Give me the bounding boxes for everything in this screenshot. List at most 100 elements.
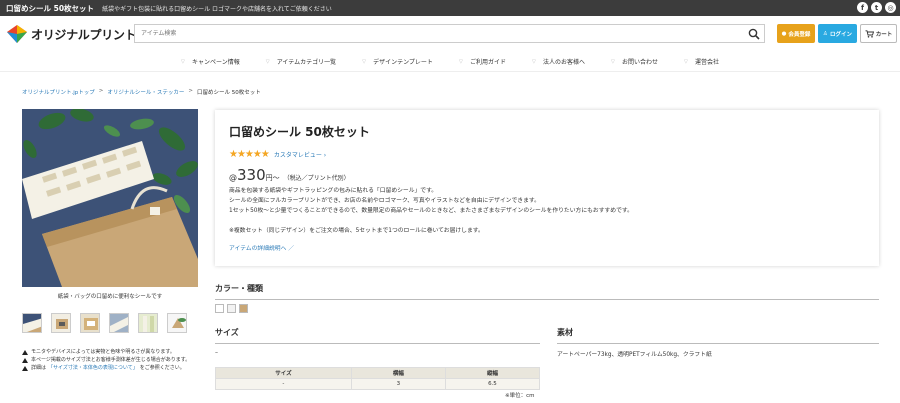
social-links: f t ◎: [857, 2, 896, 13]
description-line: 商品を包装する紙袋やギフトラッピングの包みに貼れる「口留めシール」です。: [229, 188, 438, 194]
breadcrumb-home[interactable]: オリジナルプリント.jpトップ: [22, 88, 95, 96]
login-button[interactable]: ♙ ログイン: [818, 24, 857, 43]
color-swatches: [215, 304, 248, 313]
price: @ 330 円〜 （税込／プリント代別）: [229, 166, 350, 184]
size-section: サイズ: [215, 327, 540, 344]
size-table: サイズ 横幅 縦幅 - 3 6.5: [215, 367, 541, 390]
top-bar-title: 口留めシール 50枚セット: [6, 3, 95, 13]
thumbnail-strip: [22, 313, 187, 333]
star-rating-icon: ★★★★★: [229, 149, 270, 160]
detail-link-label: アイテムの詳細説明へ: [229, 246, 287, 252]
description-line: シールの全面にフルカラープリントができ、お店の名前やロゴマーク、写真やイラストな…: [229, 198, 540, 204]
price-at: @: [229, 173, 237, 182]
column-header: サイズ: [215, 367, 352, 379]
product-title: 口留めシール 50枚セット: [229, 125, 370, 139]
nav-item-company[interactable]: ▽ 運営会社: [671, 52, 732, 71]
description-line: 1セット50枚〜と少量でつくることができるので、数量限定の商品やセールのときなど…: [229, 208, 633, 214]
login-label: ログイン: [829, 31, 852, 38]
swatch-kraft[interactable]: [239, 304, 248, 313]
size-placeholder: –: [215, 349, 218, 356]
nav-label: キャンペーン情報: [192, 59, 240, 66]
divider: [215, 299, 879, 300]
product-info-card: 口留めシール 50枚セット ★★★★★ カスタマレビュー › @ 330 円〜 …: [215, 110, 879, 266]
price-value: 330: [237, 166, 266, 184]
product-description: 商品を包装する紙袋やギフトラッピングの包みに貼れる「口留めシール」です。 シール…: [229, 186, 633, 236]
twitter-icon[interactable]: t: [871, 2, 882, 13]
nav-label: デザインテンプレート: [373, 59, 433, 66]
warning-icon: [22, 349, 28, 355]
unit-note: ※単位：cm: [505, 393, 535, 399]
chevron-right-icon: ›: [323, 152, 327, 159]
nav-label: 運営会社: [694, 59, 719, 66]
divider: [215, 343, 540, 344]
chevron-right-icon: ／: [288, 246, 295, 252]
thumbnail-1[interactable]: [22, 313, 42, 333]
note-text: 詳細は: [31, 365, 47, 371]
table-header-row: サイズ 横幅 縦幅: [215, 367, 541, 379]
top-bar-tagline: 紙袋やギフト包装に貼れる口留めシール ロゴマークや店舗名を入れてご依頼ください: [102, 5, 332, 13]
price-note: （税込／プリント代別）: [283, 175, 350, 182]
nav-item-templates[interactable]: ▽ デザインテンプレート: [349, 52, 446, 71]
thumbnail-4[interactable]: [109, 313, 129, 333]
nav-item-guide[interactable]: ▽ ご利用ガイド: [446, 52, 519, 71]
nav-label: お問い合わせ: [621, 59, 658, 66]
thumbnail-3[interactable]: [80, 313, 100, 333]
nav-item-categories[interactable]: ▽ アイテムカテゴリ一覧: [253, 52, 349, 71]
chevron-down-icon: ▽: [531, 58, 536, 65]
search-icon[interactable]: [748, 28, 760, 40]
chevron-down-icon: ▽: [265, 58, 270, 65]
breadcrumb-separator: >: [188, 88, 194, 94]
nav-item-contact[interactable]: ▽ お問い合わせ: [598, 52, 671, 71]
notes: モニタやデバイスによっては実物と色味や明るさが異なります。 本ページ掲載のサイズ…: [22, 348, 190, 372]
instagram-icon[interactable]: ◎: [885, 2, 896, 13]
chevron-down-icon: ▽: [683, 58, 688, 65]
register-label: 会員登録: [788, 31, 811, 38]
facebook-icon[interactable]: f: [857, 2, 868, 13]
review-link[interactable]: カスタマレビュー ›: [274, 150, 326, 159]
thumbnail-2[interactable]: [51, 313, 71, 333]
nav-label: ご利用ガイド: [469, 59, 506, 66]
site-logo[interactable]: オリジナルプリント.jp: [6, 24, 153, 44]
size-info-link[interactable]: 「サイズ寸法・本体色の表現について」: [48, 364, 138, 372]
chevron-down-icon: ▽: [362, 58, 366, 65]
register-icon: ●: [781, 30, 787, 37]
description-line: ※複数セット（同じデザイン）をご注文の場合、5セットまで1つのロールに巻いてお届…: [229, 228, 484, 234]
breadcrumb-category[interactable]: オリジナルシール・ステッカー: [107, 88, 184, 96]
table-cell: 3: [350, 378, 446, 390]
logo-icon: [6, 24, 28, 44]
table-cell: -: [215, 378, 352, 390]
thumbnail-6[interactable]: [167, 313, 187, 333]
chevron-down-icon: ▽: [181, 58, 185, 65]
nav-item-campaign[interactable]: ▽ キャンペーン情報: [168, 52, 253, 71]
material-section: 素材: [557, 327, 879, 344]
cart-icon: [865, 29, 874, 38]
note-text: をご参照ください。: [139, 365, 185, 371]
review-link-label: カスタマレビュー: [273, 152, 322, 159]
swatch-white[interactable]: [215, 304, 224, 313]
nav-label: 法人のお客様へ: [542, 59, 585, 66]
price-unit: 円〜: [265, 174, 280, 182]
note-row: 本ページ掲載のサイズ寸法とお客様手測体差が生じる場合があります。: [22, 356, 190, 364]
detail-link[interactable]: アイテムの詳細説明へ ／: [229, 243, 294, 252]
table-row: - 3 6.5: [215, 378, 541, 390]
color-heading: カラー・種類: [215, 284, 263, 293]
column-header: 横幅: [350, 367, 446, 379]
chevron-down-icon: ▽: [458, 58, 463, 65]
search-input[interactable]: [135, 25, 735, 42]
divider: [557, 343, 879, 344]
nav-item-corporate[interactable]: ▽ 法人のお客様へ: [519, 52, 598, 71]
note-row: 詳細は 「サイズ寸法・本体色の表現について」 をご参照ください。: [22, 364, 190, 372]
description-spacer: [229, 216, 633, 226]
swatch-clear[interactable]: [227, 304, 236, 313]
breadcrumb: オリジナルプリント.jpトップ > オリジナルシール・ステッカー > 口留めシー…: [22, 88, 261, 96]
cart-button[interactable]: カート: [860, 24, 897, 43]
product-main-image[interactable]: [22, 109, 198, 287]
note-text: モニタやデバイスによっては実物と色味や明るさが異なります。: [31, 349, 175, 355]
register-button[interactable]: ● 会員登録: [777, 24, 815, 43]
main-nav: ▽ キャンペーン情報 ▽ アイテムカテゴリ一覧 ▽ デザインテンプレート ▽ ご利用ガイ…: [0, 52, 900, 72]
breadcrumb-separator: >: [98, 88, 104, 94]
search-box: [134, 24, 765, 43]
material-heading: 素材: [557, 328, 573, 337]
thumbnail-5[interactable]: [138, 313, 158, 333]
image-caption: 紙袋・バッグの口留めに便利なシールです: [57, 294, 163, 300]
